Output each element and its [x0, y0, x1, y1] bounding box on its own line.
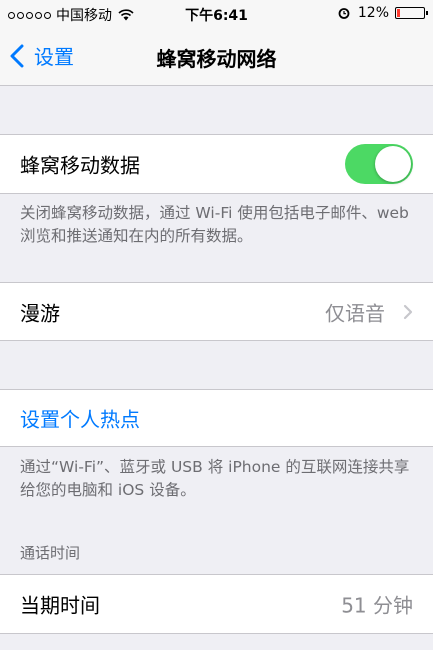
battery-icon	[395, 7, 428, 19]
battery-percent: 12%	[357, 5, 389, 21]
cellular-data-row: 蜂窝移动数据	[0, 134, 433, 194]
chevron-right-icon	[403, 304, 413, 319]
hotspot-link[interactable]: 设置个人热点	[20, 404, 140, 433]
cellular-data-toggle[interactable]	[345, 144, 413, 184]
cellular-data-footer: 关闭蜂窝移动数据，通过 Wi-Fi 使用包括电子邮件、web 浏览和推送通知在内…	[20, 204, 409, 245]
roaming-label: 漫游	[20, 301, 60, 325]
roaming-row[interactable]: 漫游 仅语音	[0, 282, 433, 341]
hotspot-row[interactable]: 设置个人热点	[0, 389, 433, 447]
page-title: 蜂窝移动网络	[156, 47, 277, 71]
current-period-label: 当期时间	[20, 593, 100, 618]
current-period-row: 当期时间 51 分钟	[0, 574, 433, 634]
battery-level	[397, 9, 400, 17]
navigation-bar: 设置 蜂窝移动网络	[0, 28, 433, 86]
status-bar: 中国移动 下午6:41 12%	[0, 0, 433, 28]
toggle-knob	[375, 146, 411, 182]
cellular-data-label: 蜂窝移动数据	[20, 153, 140, 178]
hotspot-footer: 通过“Wi-Fi”、蓝牙或 USB 将 iPhone 的互联网连接共享给您的电脑…	[20, 458, 410, 499]
current-period-value: 51 分钟	[341, 593, 413, 618]
roaming-value: 仅语音	[325, 301, 385, 325]
alarm-clock-icon	[338, 8, 350, 19]
status-right: 12%	[338, 5, 428, 21]
call-time-header: 通话时间	[20, 544, 81, 562]
